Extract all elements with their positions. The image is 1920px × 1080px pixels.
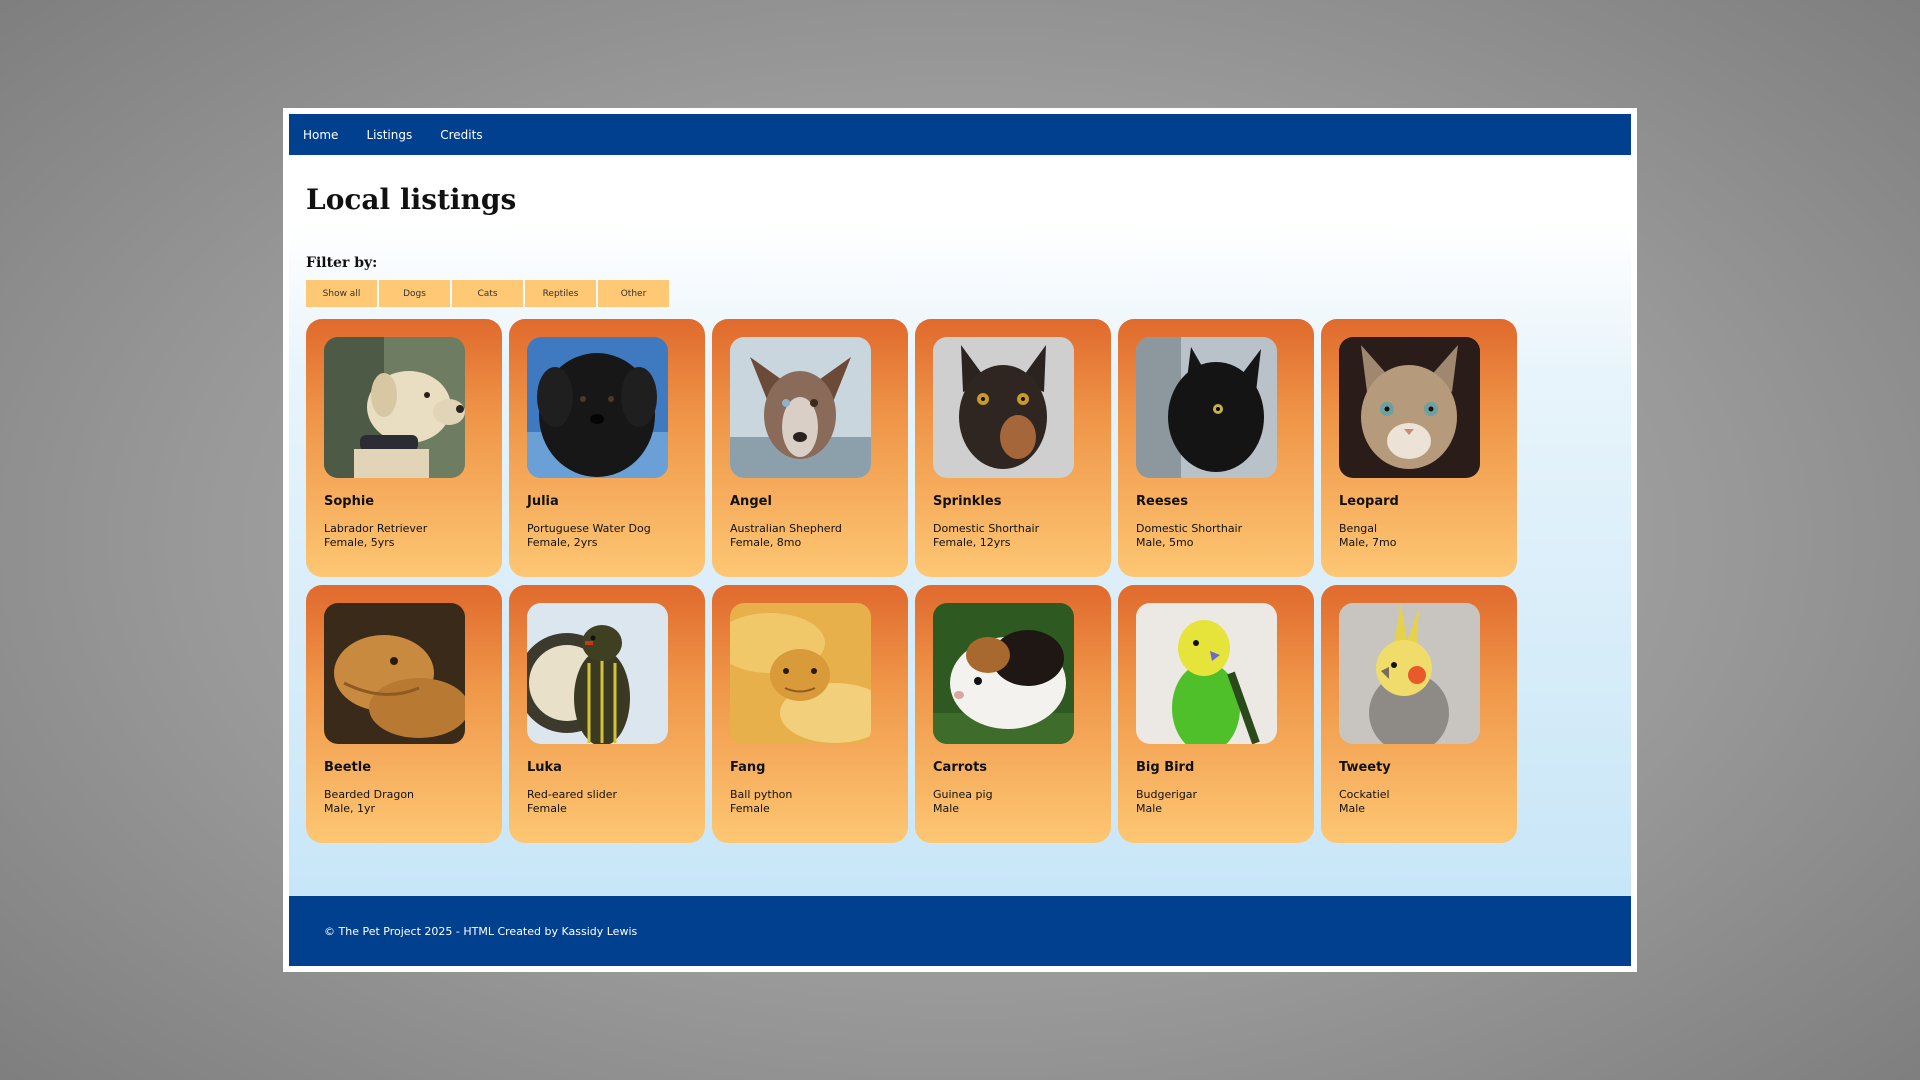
dog-photo bbox=[324, 337, 465, 478]
footer-copyright: © The Pet Project 2025 - HTML Created by… bbox=[324, 924, 638, 938]
filter-button-group: Show all Dogs Cats Reptiles Other bbox=[306, 280, 669, 307]
pet-breed: Bengal bbox=[1339, 522, 1378, 535]
cat-photo bbox=[1339, 337, 1480, 478]
pet-name: Fang bbox=[730, 760, 766, 775]
pet-photo bbox=[933, 603, 1074, 744]
pet-name: Beetle bbox=[324, 760, 372, 775]
pet-details: Female, 12yrs bbox=[933, 536, 1011, 549]
cockatiel-photo bbox=[1339, 603, 1480, 744]
pet-breed: Labrador Retriever bbox=[324, 522, 428, 535]
pet-card[interactable]: Beetle Bearded Dragon Male, 1yr bbox=[306, 585, 502, 843]
pet-breed: Bearded Dragon bbox=[324, 788, 415, 801]
pet-name: Carrots bbox=[933, 760, 988, 775]
pet-details: Male, 7mo bbox=[1339, 536, 1397, 549]
pet-photo bbox=[1339, 603, 1480, 744]
filter-reptiles-button[interactable]: Reptiles bbox=[525, 280, 596, 307]
pet-details: Female, 2yrs bbox=[527, 536, 598, 549]
filter-cats-button[interactable]: Cats bbox=[452, 280, 523, 307]
filter-other-button[interactable]: Other bbox=[598, 280, 669, 307]
pet-details: Male bbox=[1339, 802, 1366, 815]
pet-details: Female, 8mo bbox=[730, 536, 802, 549]
pet-breed: Portuguese Water Dog bbox=[527, 522, 651, 535]
guinea-pig-photo bbox=[933, 603, 1074, 744]
pet-card[interactable]: Julia Portuguese Water Dog Female, 2yrs bbox=[509, 319, 705, 577]
pet-card[interactable]: Sprinkles Domestic Shorthair Female, 12y… bbox=[915, 319, 1111, 577]
page-title: Local listings bbox=[306, 183, 517, 216]
dog-photo bbox=[527, 337, 668, 478]
pet-card[interactable]: Carrots Guinea pig Male bbox=[915, 585, 1111, 843]
pet-photo bbox=[324, 603, 465, 744]
browser-page: Home Listings Credits Local listings Fil… bbox=[283, 108, 1637, 972]
pet-photo bbox=[933, 337, 1074, 478]
pet-details: Female, 5yrs bbox=[324, 536, 395, 549]
nav-credits-link[interactable]: Credits bbox=[440, 128, 482, 142]
pet-photo bbox=[1136, 603, 1277, 744]
pet-card[interactable]: Sophie Labrador Retriever Female, 5yrs bbox=[306, 319, 502, 577]
dog-photo bbox=[730, 337, 871, 478]
pet-card[interactable]: Angel Australian Shepherd Female, 8mo bbox=[712, 319, 908, 577]
pet-details: Male, 5mo bbox=[1136, 536, 1194, 549]
pet-breed: Red-eared slider bbox=[527, 788, 618, 801]
filter-dogs-button[interactable]: Dogs bbox=[379, 280, 450, 307]
page-footer: © The Pet Project 2025 - HTML Created by… bbox=[289, 896, 1631, 966]
listings-grid: Sophie Labrador Retriever Female, 5yrs J… bbox=[306, 319, 1517, 843]
lizard-photo bbox=[324, 603, 465, 744]
pet-photo bbox=[730, 337, 871, 478]
pet-card[interactable]: Leopard Bengal Male, 7mo bbox=[1321, 319, 1517, 577]
pet-breed: Guinea pig bbox=[933, 788, 993, 801]
pet-photo bbox=[1339, 337, 1480, 478]
pet-card[interactable]: Reeses Domestic Shorthair Male, 5mo bbox=[1118, 319, 1314, 577]
pet-breed: Domestic Shorthair bbox=[933, 522, 1040, 535]
turtle-photo bbox=[527, 603, 668, 744]
pet-name: Angel bbox=[730, 494, 772, 509]
pet-details: Female bbox=[527, 802, 567, 815]
pet-name: Tweety bbox=[1339, 760, 1391, 775]
pet-name: Big Bird bbox=[1136, 760, 1195, 775]
pet-breed: Ball python bbox=[730, 788, 793, 801]
pet-details: Female bbox=[730, 802, 770, 815]
pet-card[interactable]: Big Bird Budgerigar Male bbox=[1118, 585, 1314, 843]
pet-breed: Cockatiel bbox=[1339, 788, 1390, 801]
top-navbar: Home Listings Credits bbox=[289, 114, 1631, 155]
pet-breed: Australian Shepherd bbox=[730, 522, 842, 535]
filter-label: Filter by: bbox=[306, 255, 378, 271]
pet-photo bbox=[1136, 337, 1277, 478]
filter-show-all-button[interactable]: Show all bbox=[306, 280, 377, 307]
pet-photo bbox=[527, 337, 668, 478]
pet-photo bbox=[730, 603, 871, 744]
snake-photo bbox=[730, 603, 871, 744]
pet-breed: Domestic Shorthair bbox=[1136, 522, 1243, 535]
pet-details: Male bbox=[1136, 802, 1163, 815]
pet-photo bbox=[527, 603, 668, 744]
pet-name: Sophie bbox=[324, 494, 375, 509]
pet-name: Reeses bbox=[1136, 494, 1188, 509]
pet-photo bbox=[324, 337, 465, 478]
pet-card[interactable]: Luka Red-eared slider Female bbox=[509, 585, 705, 843]
pet-name: Sprinkles bbox=[933, 494, 1002, 509]
pet-breed: Budgerigar bbox=[1136, 788, 1198, 801]
pet-card[interactable]: Tweety Cockatiel Male bbox=[1321, 585, 1517, 843]
cat-photo bbox=[933, 337, 1074, 478]
cat-photo bbox=[1136, 337, 1277, 478]
pet-card[interactable]: Fang Ball python Female bbox=[712, 585, 908, 843]
pet-name: Luka bbox=[527, 760, 562, 775]
pet-details: Male, 1yr bbox=[324, 802, 376, 815]
page-content: Home Listings Credits Local listings Fil… bbox=[289, 114, 1631, 966]
pet-details: Male bbox=[933, 802, 960, 815]
pet-name: Leopard bbox=[1339, 494, 1399, 509]
nav-listings-link[interactable]: Listings bbox=[366, 128, 412, 142]
pet-name: Julia bbox=[527, 494, 559, 509]
parakeet-photo bbox=[1136, 603, 1277, 744]
nav-home-link[interactable]: Home bbox=[303, 128, 338, 142]
